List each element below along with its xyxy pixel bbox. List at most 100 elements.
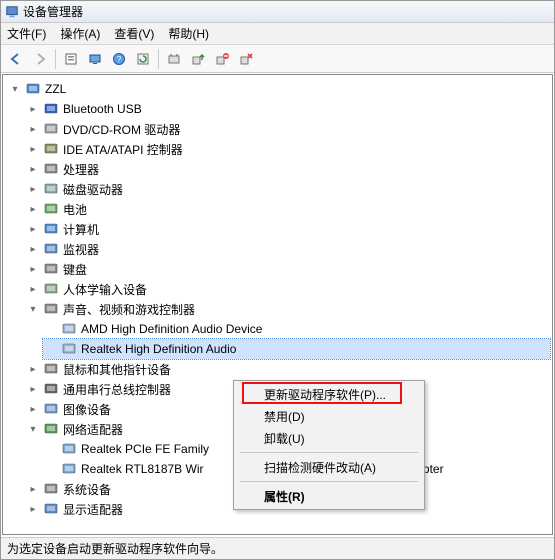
svg-text:?: ? [117,55,122,64]
tree-node-label: 显示适配器 [63,501,123,518]
tree-leaf-node[interactable]: Realtek High Definition Audio [43,339,550,359]
tree-node-label: 声音、视频和游戏控制器 [63,301,195,318]
tree-node-label: 计算机 [63,221,99,238]
tree-node-label: 键盘 [63,261,87,278]
expand-icon[interactable]: ▸ [27,503,39,515]
scan-icon[interactable] [163,48,185,70]
sound-icon [43,301,59,317]
network-icon [43,421,59,437]
expand-icon[interactable]: ▸ [27,383,39,395]
nic-icon [61,461,77,477]
bluetooth-icon [43,101,59,117]
app-icon [5,5,19,19]
tree-node[interactable]: ▸ DVD/CD-ROM 驱动器 [25,119,550,139]
collapse-icon[interactable]: ▾ [9,83,21,95]
refresh-icon[interactable] [132,48,154,70]
tree-node-label: 人体学输入设备 [63,281,147,298]
optical-drive-icon [43,121,59,137]
tree-node-label: AMD High Definition Audio Device [81,322,262,336]
menu-view[interactable]: 查看(V) [114,25,154,42]
back-icon[interactable] [5,48,27,70]
disk-icon [43,181,59,197]
toolbar-separator [158,49,159,69]
tree-node[interactable]: ▸ 磁盘驱动器 [25,179,550,199]
context-menu-item[interactable]: 属性(R) [236,485,422,507]
keyboard-icon [43,261,59,277]
tree-node[interactable]: ▸ 鼠标和其他指针设备 [25,359,550,379]
expand-icon[interactable]: ▸ [27,183,39,195]
mouse-icon [43,361,59,377]
expand-icon[interactable]: ▸ [27,283,39,295]
expand-icon[interactable]: ▸ [27,123,39,135]
tree-root-node[interactable]: ▾ ZZL [7,79,550,99]
computer-icon [25,81,41,97]
expand-icon[interactable]: ▸ [27,103,39,115]
expand-icon[interactable]: ▸ [27,243,39,255]
tree-node-label: 图像设备 [63,401,111,418]
tree-node-label: 处理器 [63,161,99,178]
help-icon[interactable]: ? [108,48,130,70]
tree-node-label: 监视器 [63,241,99,258]
tree-node[interactable]: ▸ IDE ATA/ATAPI 控制器 [25,139,550,159]
system-icon [43,481,59,497]
tree-node-label: 鼠标和其他指针设备 [63,361,171,378]
expand-icon[interactable]: ▸ [27,203,39,215]
uninstall-icon[interactable] [235,48,257,70]
titlebar: 设备管理器 [1,1,554,23]
expand-icon[interactable]: ▸ [27,363,39,375]
tree-node[interactable]: ▸ 键盘 [25,259,550,279]
statusbar: 为选定设备启动更新驱动程序软件向导。 [1,537,554,559]
collapse-icon[interactable]: ▾ [27,303,39,315]
nic-icon [61,441,77,457]
menu-file[interactable]: 文件(F) [7,25,46,42]
menu-action[interactable]: 操作(A) [60,25,100,42]
tree-node[interactable]: ▸ 人体学输入设备 [25,279,550,299]
tree-node-label: 系统设备 [63,481,111,498]
monitor-icon [43,241,59,257]
audio-device-icon [61,341,77,357]
tree-node-label: IDE ATA/ATAPI 控制器 [63,141,183,158]
tree-node-label: DVD/CD-ROM 驱动器 [63,121,180,138]
tree-node-label: 磁盘驱动器 [63,181,123,198]
tree-node[interactable]: ▸ 监视器 [25,239,550,259]
context-menu-item[interactable]: 卸载(U) [236,427,422,449]
tree-node[interactable]: ▸ Bluetooth USB [25,99,550,119]
disable-icon[interactable] [211,48,233,70]
status-text: 为选定设备启动更新驱动程序软件向导。 [7,540,223,557]
expand-icon[interactable]: ▸ [27,483,39,495]
hid-icon [43,281,59,297]
tree-node-label: 电池 [63,201,87,218]
display-icon [43,501,59,517]
tree-node[interactable]: ▸ 计算机 [25,219,550,239]
menubar: 文件(F) 操作(A) 查看(V) 帮助(H) [1,23,554,45]
update-driver-icon[interactable] [187,48,209,70]
menu-help[interactable]: 帮助(H) [168,25,209,42]
properties-icon[interactable] [60,48,82,70]
monitor-icon[interactable] [84,48,106,70]
collapse-icon[interactable]: ▾ [27,423,39,435]
computer-icon [43,221,59,237]
tree-leaf-node[interactable]: AMD High Definition Audio Device [43,319,550,339]
tree-node-label: ZZL [45,82,66,96]
expand-icon[interactable]: ▸ [27,163,39,175]
expand-icon[interactable]: ▸ [27,403,39,415]
context-menu-item[interactable]: 禁用(D) [236,405,422,427]
usb-icon [43,381,59,397]
tree-node[interactable]: ▾ 声音、视频和游戏控制器 [25,299,550,319]
tree-node[interactable]: ▸ 处理器 [25,159,550,179]
context-menu: 更新驱动程序软件(P)...禁用(D)卸载(U) 扫描检测硬件改动(A) 属性(R) [233,380,425,510]
battery-icon [43,201,59,217]
forward-icon[interactable] [29,48,51,70]
expand-icon[interactable]: ▸ [27,143,39,155]
audio-device-icon [61,321,77,337]
ide-icon [43,141,59,157]
context-menu-item[interactable]: 扫描检测硬件改动(A) [236,456,422,478]
expand-icon[interactable]: ▸ [27,263,39,275]
toolbar: ? [1,45,554,73]
cpu-icon [43,161,59,177]
toolbar-separator [55,49,56,69]
tree-node[interactable]: ▸ 电池 [25,199,550,219]
context-menu-item[interactable]: 更新驱动程序软件(P)... [236,383,422,405]
window-title: 设备管理器 [23,3,83,20]
expand-icon[interactable]: ▸ [27,223,39,235]
